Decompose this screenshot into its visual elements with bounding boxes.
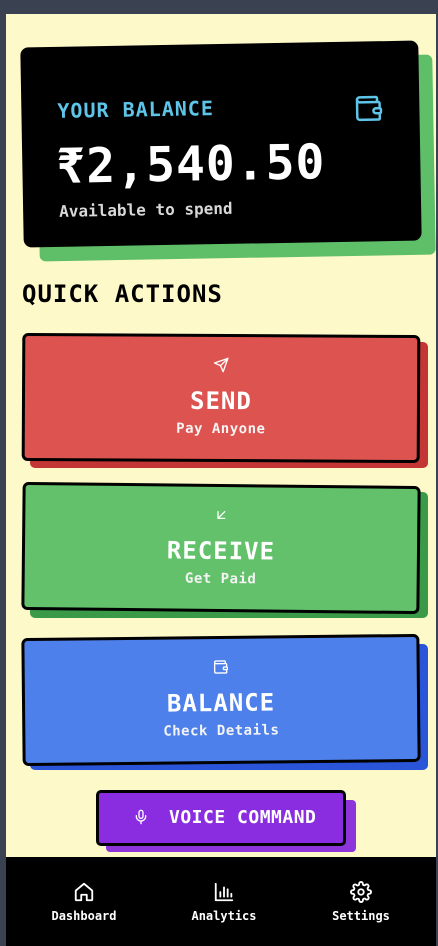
- voice-command-label: VOICE COMMAND: [169, 807, 317, 828]
- balance-subtext: Available to spend: [58, 198, 233, 221]
- send-title: SEND: [190, 386, 252, 416]
- wallet-icon: [355, 95, 383, 122]
- nav-item-settings[interactable]: Settings: [291, 857, 431, 946]
- voice-command-face[interactable]: VOICE COMMAND: [96, 790, 346, 846]
- wallet-icon: [213, 660, 229, 674]
- balance-card: YOUR BALANCE ₹2,540.50 Available to spen…: [20, 40, 422, 248]
- voice-command-button[interactable]: VOICE COMMAND: [96, 790, 356, 852]
- nav-item-analytics[interactable]: Analytics: [154, 857, 294, 946]
- balance-card-container: YOUR BALANCE ₹2,540.50 Available to spen…: [20, 40, 436, 262]
- send-button-face[interactable]: SEND Pay Anyone: [21, 332, 421, 464]
- nav-label-settings: Settings: [332, 909, 390, 923]
- quick-actions-title: QUICK ACTIONS: [22, 280, 223, 308]
- bottom-nav: Dashboard Analytics Settings: [6, 857, 436, 946]
- balance-label: YOUR BALANCE: [57, 96, 215, 123]
- receive-subtitle: Get Paid: [184, 570, 257, 588]
- nav-label-dashboard: Dashboard: [51, 909, 117, 923]
- nav-item-dashboard[interactable]: Dashboard: [14, 857, 154, 946]
- balance-title: BALANCE: [166, 688, 276, 718]
- receive-button[interactable]: RECEIVE Get Paid: [21, 481, 428, 618]
- bar-chart-icon: [214, 882, 234, 902]
- balance-amount: ₹2,540.50: [55, 134, 326, 195]
- receive-button-face[interactable]: RECEIVE Get Paid: [21, 481, 421, 615]
- send-subtitle: Pay Anyone: [176, 420, 266, 438]
- send-icon: [213, 357, 229, 373]
- nav-label-analytics: Analytics: [191, 909, 257, 923]
- gear-icon: [350, 881, 372, 903]
- send-button[interactable]: SEND Pay Anyone: [21, 332, 428, 468]
- app-screen: YOUR BALANCE ₹2,540.50 Available to spen…: [6, 14, 436, 946]
- balance-button[interactable]: BALANCE Check Details: [21, 633, 428, 770]
- receive-title: RECEIVE: [166, 536, 276, 566]
- balance-subtitle: Check Details: [163, 722, 280, 740]
- arrow-down-left-icon: [217, 510, 226, 520]
- microphone-icon: [135, 809, 147, 825]
- balance-button-face[interactable]: BALANCE Check Details: [21, 633, 421, 767]
- home-icon: [74, 882, 94, 902]
